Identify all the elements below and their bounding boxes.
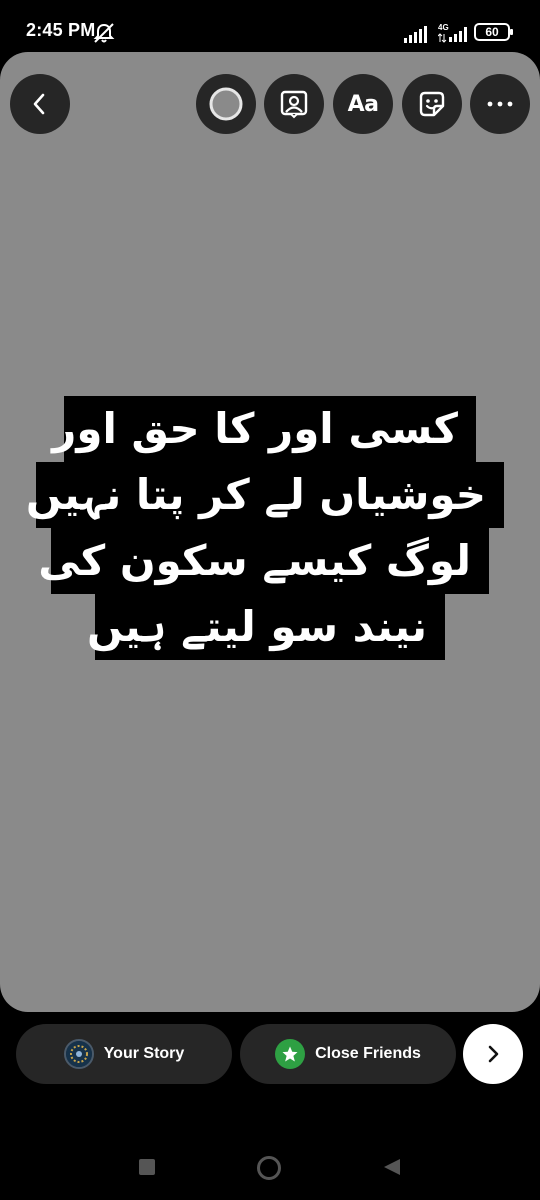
- battery-level: 60: [485, 25, 499, 39]
- mention-button[interactable]: [264, 74, 324, 134]
- story-text-line: نیند سو لیتے ہیں: [87, 594, 445, 660]
- square-icon[interactable]: [139, 1159, 155, 1175]
- network-type-label: 4G: [438, 23, 449, 32]
- portrait-icon: [280, 90, 308, 119]
- close-friends-label: Close Friends: [315, 1045, 421, 1062]
- status-bar: 2:45 PM 4G 60: [0, 0, 540, 56]
- color-picker-button[interactable]: [196, 74, 256, 134]
- text-tool-label: Aa: [347, 91, 379, 117]
- close-friends-badge: [275, 1039, 306, 1069]
- avatar-image-icon: [65, 1041, 92, 1067]
- back-button[interactable]: [10, 74, 70, 134]
- story-text-block[interactable]: کسی اور کا حق اور خوشیاں لے کر پتا نہیں …: [26, 396, 504, 660]
- close-friends-button[interactable]: Close Friends: [240, 1024, 456, 1084]
- text-tool-button[interactable]: Aa: [333, 74, 393, 134]
- notifications-muted-icon: [93, 23, 115, 43]
- circle-icon[interactable]: [257, 1156, 281, 1180]
- chevron-right-icon: [488, 1045, 499, 1063]
- story-text-line: لوگ کیسے سکون کی: [38, 528, 489, 594]
- story-text-line: کسی اور کا حق اور: [52, 396, 476, 462]
- sticker-icon: [419, 91, 445, 117]
- your-story-button[interactable]: Your Story: [16, 1024, 232, 1084]
- star-icon: [282, 1046, 298, 1062]
- mobile-data-signal-icon: 4G: [438, 23, 467, 43]
- battery-indicator: 60: [474, 22, 514, 42]
- system-nav-bar: [0, 1130, 540, 1200]
- triangle-back-icon[interactable]: [382, 1157, 402, 1177]
- more-horizontal-icon: [487, 101, 513, 107]
- sticker-button[interactable]: [402, 74, 462, 134]
- color-circle-icon: [209, 87, 243, 121]
- story-text-line: خوشیاں لے کر پتا نہیں: [26, 462, 504, 528]
- next-button[interactable]: [463, 1024, 523, 1084]
- more-options-button[interactable]: [470, 74, 530, 134]
- chevron-left-icon: [33, 93, 45, 115]
- signal-strength-icon: [404, 26, 427, 43]
- your-story-label: Your Story: [103, 1045, 185, 1062]
- status-time: 2:45 PM: [26, 20, 96, 40]
- avatar: [63, 1039, 94, 1069]
